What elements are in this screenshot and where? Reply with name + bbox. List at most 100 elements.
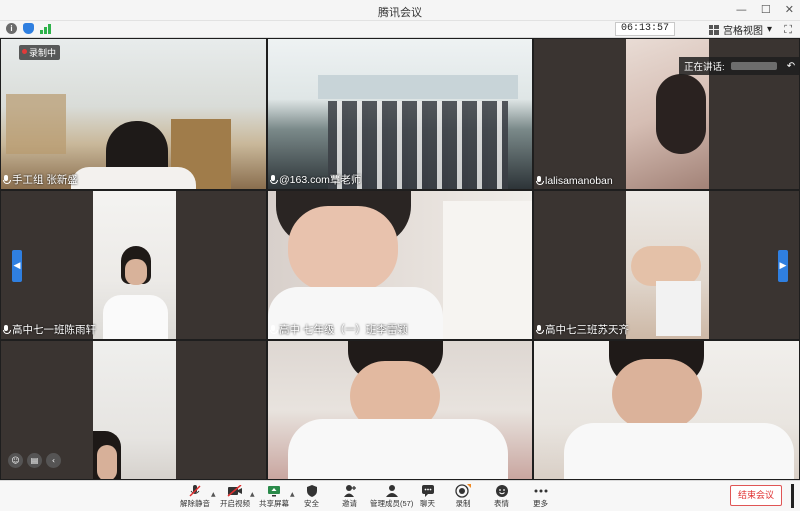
close-icon[interactable]: ✕ [785, 3, 794, 16]
floating-tools: ☺ ▤ ‹ [8, 453, 61, 468]
invite-button[interactable]: 邀请 [342, 483, 357, 509]
participant-name: 高中七三班苏天齐 [545, 324, 629, 336]
security-label: 安全 [304, 499, 319, 508]
collapse-arrow-icon[interactable]: ↶ [783, 61, 799, 72]
members-icon [385, 484, 398, 497]
layout-label: 宫格视图 [722, 26, 763, 37]
participant-video [268, 39, 532, 189]
reactions-label: 表情 [494, 499, 509, 508]
window-controls: — ☐ ✕ [736, 3, 794, 16]
members-label: 管理成员(57) [370, 499, 414, 508]
more-dots-icon [534, 489, 547, 492]
participant-video [93, 191, 176, 339]
chevron-right-icon: ▶ [779, 261, 787, 271]
layout-switch-button[interactable]: 宫格视图 ▾ [708, 22, 772, 37]
mic-icon [270, 324, 278, 335]
fullscreen-icon[interactable]: ⛶ [784, 23, 792, 37]
minimize-icon[interactable]: — [736, 3, 747, 16]
participant-video [534, 341, 799, 479]
participant-video [626, 191, 709, 339]
mic-icon [270, 174, 278, 185]
record-label: 录制 [455, 499, 471, 508]
chat-icon [421, 485, 434, 497]
participant-video [93, 341, 176, 479]
reactions-button[interactable]: 表情 [494, 483, 509, 509]
title-bar: 腾讯会议 — ☐ ✕ [0, 0, 800, 21]
add-user-icon [343, 484, 356, 497]
share-screen-button[interactable]: 共享屏幕 [259, 483, 289, 509]
side-panel-handle[interactable] [791, 484, 794, 508]
grid-view-icon [708, 24, 719, 35]
speaker-name-placeholder [730, 62, 777, 70]
participant-name: 高中 七年级（一）班李雷颖 [279, 324, 408, 336]
signal-icon[interactable] [40, 23, 52, 34]
recording-badge: 录制中 [19, 45, 61, 60]
mic-icon [536, 176, 544, 186]
video-grid: 录制中 手工组 张新盛 @163.com覃老师 正在讲话: ↶ lalisama… [0, 38, 800, 480]
chat-button[interactable]: 聊天 [420, 483, 435, 509]
share-options-caret[interactable]: ▲ [290, 491, 295, 498]
participant-name-tag: 高中七三班苏天齐 [536, 322, 629, 337]
participant-video [1, 39, 266, 189]
mic-muted-icon [189, 484, 201, 497]
smiley-icon [495, 484, 508, 497]
more-label: 更多 [533, 499, 548, 508]
unmute-button[interactable]: 解除静音 [180, 483, 210, 509]
security-button[interactable]: 安全 [304, 483, 319, 509]
mic-icon [536, 324, 544, 335]
meeting-toolbar: 解除静音 ▲ 开启视频 ▲ 共享屏幕 ▲ 安全 邀请 管理成员(57) 聊天 录… [0, 480, 800, 511]
speaking-indicator: 正在讲话: ↶ [679, 57, 799, 75]
participant-name-tag: 手工组 张新盛 [3, 172, 78, 187]
end-meeting-button[interactable]: 结束会议 [729, 485, 782, 506]
info-icon[interactable]: i [6, 23, 17, 34]
chevron-left-icon: ◀ [13, 261, 21, 271]
video-tile[interactable] [533, 340, 800, 480]
chat-bubble-icon[interactable]: ▤ [27, 453, 42, 468]
share-screen-icon [268, 485, 280, 496]
shield-icon [306, 484, 317, 497]
maximize-icon[interactable]: ☐ [761, 3, 771, 16]
participant-name-tag: 高中七一班陈雨轩 [3, 322, 96, 337]
video-tile[interactable]: 高中七三班苏天齐 [533, 190, 800, 340]
shield-icon[interactable] [23, 23, 34, 34]
meeting-info-bar: i 06:13:57 宫格视图 ▾ ⛶ [0, 21, 800, 38]
mic-icon [3, 174, 11, 185]
mic-icon [3, 324, 11, 335]
meeting-timer: 06:13:57 [614, 22, 675, 36]
video-tile[interactable]: 正在讲话: ↶ lalisamanoban [533, 38, 800, 190]
more-button[interactable]: 更多 [533, 483, 548, 509]
next-page-button[interactable]: ▶ [778, 250, 788, 282]
share-label: 共享屏幕 [259, 499, 289, 508]
prev-page-button[interactable]: ◀ [12, 250, 22, 282]
video-button[interactable]: 开启视频 [220, 483, 250, 509]
participant-name-tag: 高中 七年级（一）班李雷颖 [270, 322, 408, 337]
record-button[interactable]: 录制 [455, 483, 471, 509]
video-tile[interactable] [267, 340, 533, 480]
participant-name: lalisamanoban [545, 175, 613, 187]
invite-label: 邀请 [342, 499, 357, 508]
participant-name: @163.com覃老师 [279, 174, 362, 186]
window-title: 腾讯会议 [378, 7, 422, 19]
participant-name: 高中七一班陈雨轩 [12, 324, 96, 336]
speaking-label: 正在讲话: [684, 62, 725, 73]
chevron-down-icon: ▾ [766, 24, 772, 35]
participant-name: 手工组 张新盛 [12, 174, 78, 186]
emoji-icon[interactable]: ☺ [8, 453, 23, 468]
camera-off-icon [227, 484, 242, 497]
collapse-left-icon[interactable]: ‹ [46, 453, 61, 468]
record-icon [455, 483, 471, 498]
participant-name-tag: @163.com覃老师 [270, 172, 361, 187]
unmute-options-caret[interactable]: ▲ [211, 491, 216, 498]
video-tile[interactable]: 高中 七年级（一）班李雷颖 [267, 190, 533, 340]
unmute-label: 解除静音 [180, 499, 210, 508]
video-options-caret[interactable]: ▲ [250, 491, 255, 498]
chat-label: 聊天 [420, 499, 435, 508]
manage-members-button[interactable]: 管理成员(57) [370, 483, 413, 509]
participant-video [268, 191, 532, 339]
video-label: 开启视频 [220, 499, 250, 508]
video-tile[interactable]: 录制中 手工组 张新盛 [0, 38, 267, 190]
participant-video [268, 341, 532, 479]
participant-name-tag: lalisamanoban [536, 175, 613, 187]
video-tile[interactable]: @163.com覃老师 [267, 38, 533, 190]
video-tile[interactable]: 高中七一班陈雨轩 [0, 190, 267, 340]
